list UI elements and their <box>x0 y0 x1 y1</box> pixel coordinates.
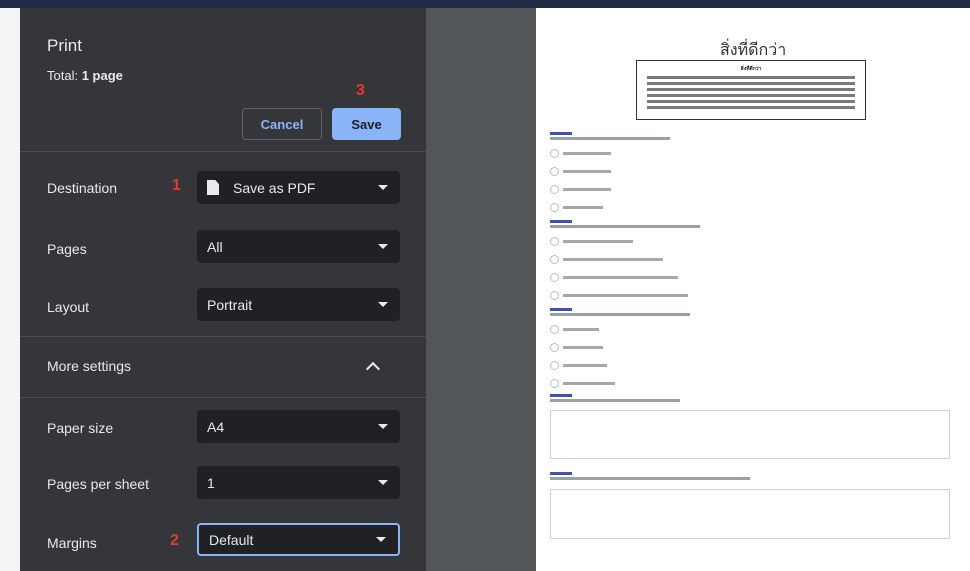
question-text <box>550 399 680 402</box>
radio-button[interactable] <box>550 343 559 352</box>
text-line <box>647 76 855 79</box>
question-4 <box>550 392 680 402</box>
option[interactable] <box>550 167 670 176</box>
pages-per-sheet-value: 1 <box>207 474 215 491</box>
annotation-3: 3 <box>356 82 365 99</box>
divider <box>20 397 426 398</box>
option[interactable] <box>550 325 690 334</box>
text-line <box>647 106 855 109</box>
radio-button[interactable] <box>550 149 559 158</box>
left-page-strip <box>0 8 20 571</box>
radio-button[interactable] <box>550 273 559 282</box>
layout-select[interactable]: Portrait <box>197 288 400 321</box>
print-title: Print <box>47 36 82 55</box>
intro-box: สิ่งที่ดีกว่า <box>636 60 866 120</box>
question-text <box>550 225 700 228</box>
margins-select[interactable]: Default <box>197 523 400 556</box>
radio-button[interactable] <box>550 379 559 388</box>
text-line <box>647 88 855 91</box>
option[interactable] <box>550 291 700 300</box>
dropdown-caret-icon <box>378 185 388 190</box>
question-heading <box>550 394 572 397</box>
pages-per-sheet-select[interactable]: 1 <box>197 466 400 499</box>
dropdown-caret-icon <box>376 537 386 542</box>
radio-button[interactable] <box>550 255 559 264</box>
dropdown-caret-icon <box>378 480 388 485</box>
top-bar <box>0 0 970 8</box>
annotation-2: 2 <box>170 532 179 549</box>
paper-size-select[interactable]: A4 <box>197 410 400 443</box>
preview-background <box>426 8 536 571</box>
option[interactable] <box>550 237 700 246</box>
layout-label: Layout <box>47 299 90 315</box>
option[interactable] <box>550 255 700 264</box>
option[interactable] <box>550 203 670 212</box>
radio-button[interactable] <box>550 185 559 194</box>
radio-button[interactable] <box>550 291 559 300</box>
question-1 <box>550 130 670 212</box>
intro-box-title: สิ่งที่ดีกว่า <box>740 66 762 72</box>
answer-textarea[interactable] <box>550 410 950 459</box>
radio-button[interactable] <box>550 361 559 370</box>
text-line <box>647 100 855 103</box>
option[interactable] <box>550 361 690 370</box>
question-heading <box>550 132 572 135</box>
question-5 <box>550 470 750 480</box>
text-line <box>647 94 855 97</box>
pages-select[interactable]: All <box>197 230 400 263</box>
option[interactable] <box>550 343 690 352</box>
total-pages: Total: 1 page <box>47 68 123 83</box>
save-button[interactable]: Save <box>332 108 401 140</box>
text-line <box>647 82 855 85</box>
radio-button[interactable] <box>550 167 559 176</box>
option[interactable] <box>550 379 690 388</box>
layout-value: Portrait <box>207 296 253 313</box>
destination-label: Destination <box>47 180 118 196</box>
chevron-up-icon[interactable] <box>365 361 381 377</box>
divider <box>20 151 426 152</box>
pages-label: Pages <box>47 241 87 257</box>
print-preview-page: สิ่งที่ดีกว่า สิ่งที่ดีกว่า <box>536 8 970 571</box>
radio-button[interactable] <box>550 325 559 334</box>
annotation-1: 1 <box>172 177 181 194</box>
margins-label: Margins <box>47 535 97 551</box>
question-text <box>550 477 750 480</box>
margins-value: Default <box>209 531 254 548</box>
file-icon <box>207 180 219 195</box>
question-2 <box>550 218 700 300</box>
pages-value: All <box>207 238 223 255</box>
option[interactable] <box>550 273 700 282</box>
radio-button[interactable] <box>550 237 559 246</box>
option[interactable] <box>550 149 670 158</box>
question-text <box>550 313 690 316</box>
answer-textarea[interactable] <box>550 489 950 539</box>
radio-button[interactable] <box>550 203 559 212</box>
destination-value: Save as PDF <box>233 179 316 196</box>
option[interactable] <box>550 185 670 194</box>
divider <box>20 336 426 337</box>
paper-size-label: Paper size <box>47 420 114 436</box>
print-settings-panel: Print Total: 1 page 3 Cancel Save Destin… <box>20 8 426 571</box>
paper-size-value: A4 <box>207 418 225 435</box>
cancel-button[interactable]: Cancel <box>242 108 322 140</box>
total-pages-value: 1 page <box>81 68 123 83</box>
dropdown-caret-icon <box>378 244 388 249</box>
pages-per-sheet-label: Pages per sheet <box>47 476 149 492</box>
dropdown-caret-icon <box>378 424 388 429</box>
question-3 <box>550 306 690 388</box>
question-heading <box>550 220 572 223</box>
dropdown-caret-icon <box>378 302 388 307</box>
question-heading <box>550 472 572 475</box>
question-text <box>550 137 670 140</box>
more-settings-toggle[interactable]: More settings <box>47 358 131 374</box>
question-heading <box>550 308 572 311</box>
destination-select[interactable]: Save as PDF <box>197 171 400 204</box>
